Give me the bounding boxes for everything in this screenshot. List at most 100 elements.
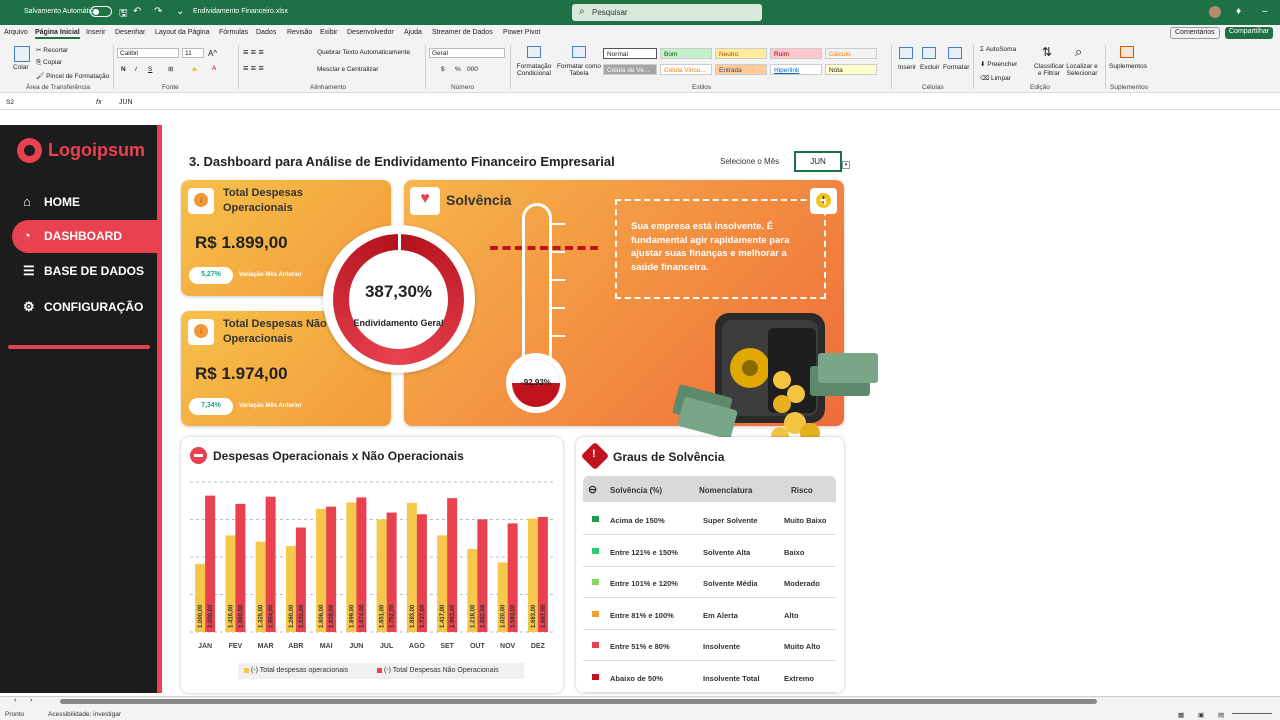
lightbulb-icon[interactable]: ♦ <box>1236 6 1241 17</box>
format-cells-button[interactable]: Formatar <box>943 64 969 71</box>
font-name-select[interactable]: Calibri <box>117 48 179 58</box>
conditional-format-button[interactable]: Formatação Condicional <box>514 63 554 77</box>
cut-button[interactable]: ✂ Recortar <box>36 46 68 54</box>
comments-button[interactable]: Comentários <box>1170 27 1220 39</box>
menu-pagina-inicial[interactable]: Página Inicial <box>35 29 80 39</box>
fx-icon[interactable]: fx <box>96 99 101 106</box>
menu-desenvolvedor[interactable]: Desenvolvedor <box>347 29 394 36</box>
font-size-select[interactable]: 11 <box>182 48 204 58</box>
tick-label: AGO <box>409 643 426 650</box>
style-note[interactable]: Nota <box>825 64 877 75</box>
normal-view-icon[interactable]: ▦ <box>1178 711 1184 719</box>
next-sheet-icon[interactable]: › <box>30 697 32 704</box>
italic-button[interactable]: I <box>135 66 137 73</box>
name-box[interactable]: S2 <box>4 98 56 108</box>
style-bad[interactable]: Ruim <box>770 48 822 59</box>
variation-label: Variação Mês Anterior <box>239 403 302 409</box>
menu-arquivo[interactable]: Arquivo <box>4 29 28 36</box>
menu-revisao[interactable]: Revisão <box>287 29 312 36</box>
search-input[interactable]: Pesquisar <box>572 4 762 21</box>
nav-dashboard[interactable]: ◔ DASHBOARD <box>12 220 158 253</box>
insert-cells-button[interactable]: Inserir <box>898 64 916 71</box>
menu-desenhar[interactable]: Desenhar <box>115 29 145 36</box>
conditional-format-icon[interactable] <box>527 46 541 58</box>
clear-button[interactable]: ⌫ Limpar <box>980 74 1011 82</box>
wrap-text-button[interactable]: Quebrar Texto Automaticamente <box>317 49 410 56</box>
sidebar: Logoipsum ⌂ HOME ◔ DASHBOARD ☰ BASE DE DADO… <box>0 125 162 693</box>
underline-button[interactable]: S <box>148 66 152 73</box>
horizontal-scrollbar[interactable] <box>60 699 1097 704</box>
style-linked-cell[interactable]: Célula Vincu... <box>660 64 712 75</box>
style-input[interactable]: Entrada <box>715 64 767 75</box>
month-dropdown-icon[interactable]: ▾ <box>842 161 850 169</box>
undo-icon[interactable]: ↶ <box>133 6 141 17</box>
fill-color-icon[interactable]: ◈ <box>192 65 197 73</box>
style-normal[interactable]: Normal <box>603 48 657 59</box>
paste-icon[interactable] <box>14 46 30 62</box>
menu-streamer[interactable]: Streamer de Dados <box>432 29 493 36</box>
addins-icon[interactable] <box>1120 46 1134 58</box>
fill-button[interactable]: ⬇ Preencher <box>980 60 1017 68</box>
formula-input[interactable]: JUN <box>119 99 133 106</box>
format-painter-button[interactable]: 🖌 Pincel de Formatação <box>36 72 109 80</box>
page-layout-icon[interactable]: ▣ <box>1198 711 1204 719</box>
save-icon[interactable]: 🖫 <box>119 6 128 23</box>
align-center-icon[interactable]: ≡ ≡ ≡ <box>243 63 264 73</box>
align-top-icon[interactable]: ≡ ≡ ≡ <box>243 47 264 57</box>
delete-cells-button[interactable]: Excluir <box>920 64 940 71</box>
month-select[interactable]: JUN <box>794 151 842 172</box>
percent-button[interactable]: % <box>455 66 461 73</box>
addins-button[interactable]: Suplementos <box>1109 63 1147 70</box>
delete-cells-icon[interactable] <box>922 47 936 59</box>
file-name[interactable]: Endividamento Financeiro.xlsx <box>193 8 288 15</box>
format-cells-icon[interactable] <box>948 47 962 59</box>
menu-formulas[interactable]: Fórmulas <box>219 29 248 36</box>
menu-exibir[interactable]: Exibir <box>320 29 338 36</box>
safe-money-illustration <box>672 313 878 445</box>
zoom-slider[interactable] <box>1232 713 1272 714</box>
chart-pie-icon: ◔ <box>23 228 31 243</box>
menu-power-pivot[interactable]: Power Pivot <box>503 29 540 36</box>
style-calculation[interactable]: Cálculo <box>825 48 877 59</box>
bold-button[interactable]: N <box>121 66 126 73</box>
font-color-icon[interactable]: A <box>212 65 216 72</box>
nav-configuracao[interactable]: ⚙ CONFIGURAÇÃO <box>12 291 158 324</box>
menu-layout[interactable]: Layout da Página <box>155 29 210 36</box>
style-check-cell[interactable]: Célula de Ve... <box>603 64 657 75</box>
currency-icon[interactable]: $ <box>441 66 445 73</box>
menu-dados[interactable]: Dados <box>256 29 276 36</box>
paste-button[interactable]: Colar <box>13 64 29 71</box>
find-select-icon[interactable]: ⌕ <box>1075 44 1082 60</box>
style-good[interactable]: Bom <box>660 48 712 59</box>
minimize-icon[interactable]: – <box>1262 6 1268 17</box>
insert-cells-icon[interactable] <box>899 47 913 59</box>
borders-icon[interactable]: ⊞ <box>168 65 173 73</box>
page-break-icon[interactable]: ▤ <box>1218 711 1224 719</box>
find-select-button[interactable]: Localizar e Selecionar <box>1063 63 1101 77</box>
nav-home[interactable]: ⌂ HOME <box>12 186 158 219</box>
merge-center-button[interactable]: Mesclar e Centralizar <box>317 66 378 73</box>
format-table-button[interactable]: Formatar como Tabela <box>556 63 602 77</box>
copy-button[interactable]: ⎘ Copiar <box>36 59 62 67</box>
avatar[interactable] <box>1209 6 1221 18</box>
number-format-select[interactable]: Geral <box>429 48 505 58</box>
menu-inserir[interactable]: Inserir <box>86 29 105 36</box>
thousands-button[interactable]: 000 <box>467 66 478 73</box>
style-hyperlink[interactable]: Hiperlink <box>770 64 822 75</box>
autosum-button[interactable]: Σ AutoSoma <box>980 46 1016 53</box>
customize-icon[interactable]: ⌄ <box>176 6 184 17</box>
nav-base-de-dados[interactable]: ☰ BASE DE DADOS <box>12 255 158 288</box>
prev-sheet-icon[interactable]: ‹ <box>14 697 16 704</box>
debt-value: 387,30% <box>364 282 433 301</box>
format-table-icon[interactable] <box>572 46 586 58</box>
sort-filter-icon[interactable]: ⇅ <box>1042 45 1052 59</box>
sort-filter-button[interactable]: Classificar e Filtrar <box>1032 63 1066 77</box>
menu-ajuda[interactable]: Ajuda <box>404 29 422 36</box>
alert-mark: ! <box>592 448 596 460</box>
share-button[interactable]: Compartilhar <box>1225 27 1274 39</box>
style-neutral[interactable]: Neutro <box>715 48 767 59</box>
autosave-toggle[interactable] <box>90 6 112 17</box>
status-accessibility[interactable]: Acessibilidade: investigar <box>48 711 121 718</box>
redo-icon[interactable]: ↷ <box>154 6 162 17</box>
grow-font-icon[interactable]: A^ <box>208 49 217 58</box>
